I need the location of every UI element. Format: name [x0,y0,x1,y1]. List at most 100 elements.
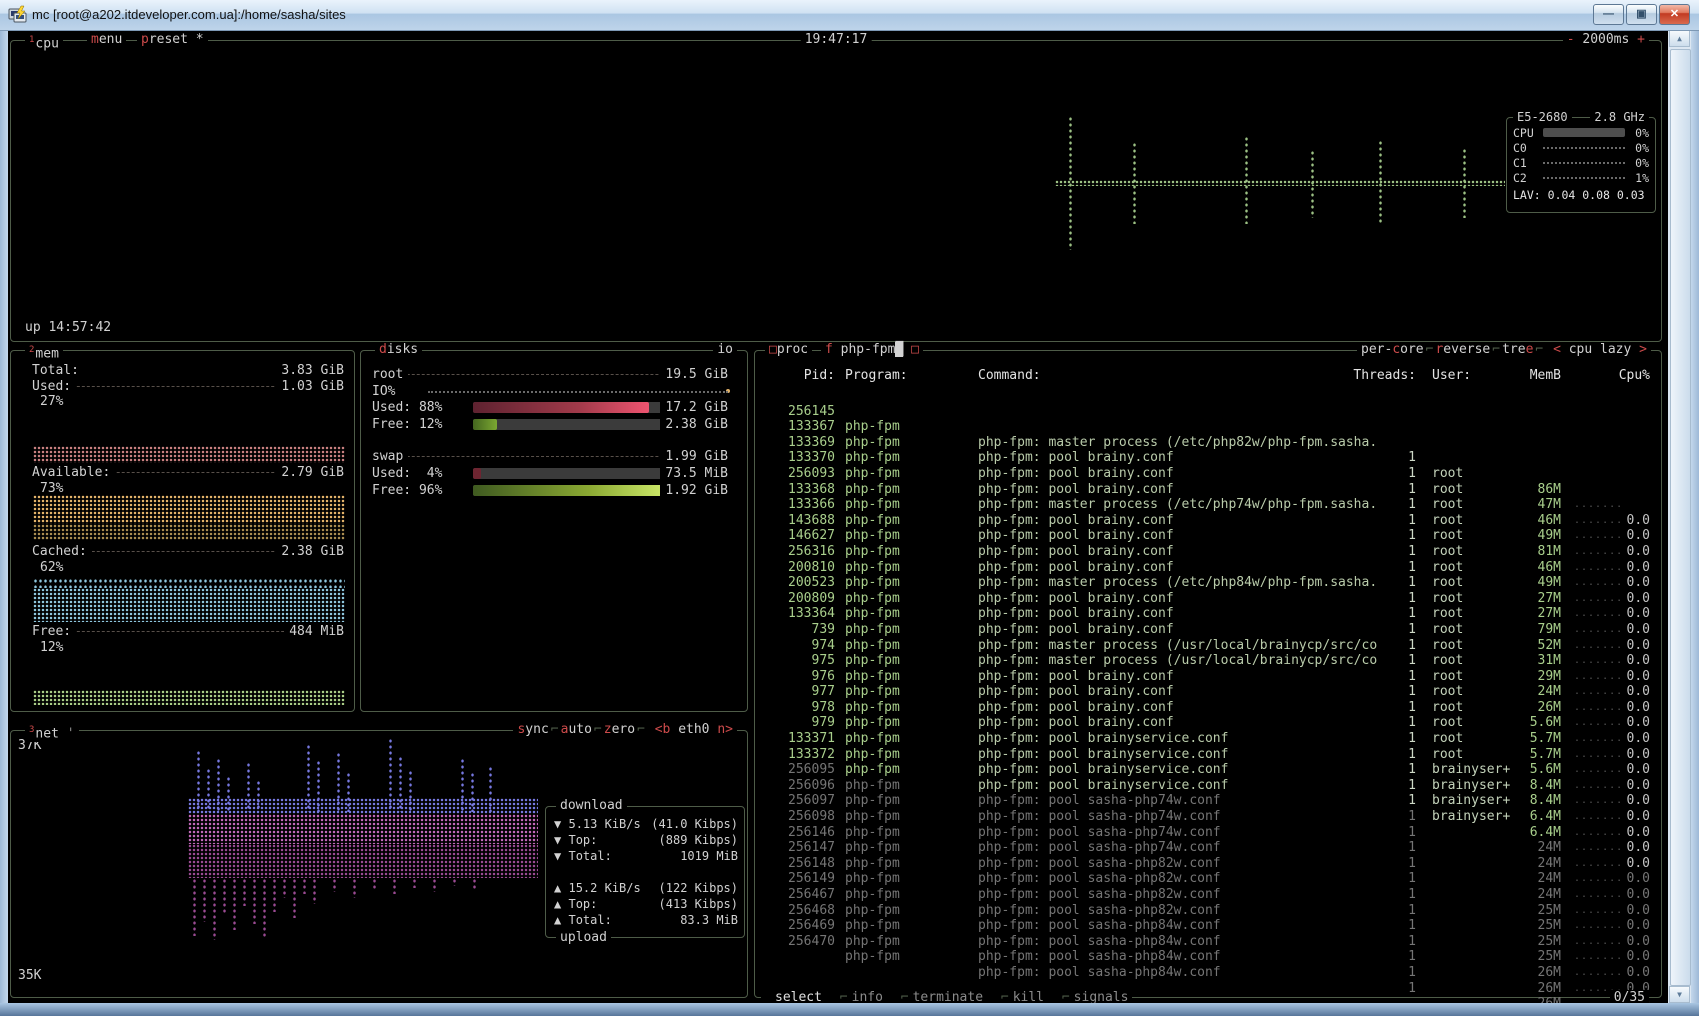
scroll-up-icon[interactable]: ▲ [1669,30,1690,47]
core-label: C1 [1513,156,1527,170]
table-row[interactable]: 256469 php-fpm php-fpm: pool sasha-php84… [762,903,1654,919]
table-row[interactable]: 256098 php-fpm php-fpm: pool sasha-php74… [762,793,1654,809]
table-row[interactable]: 256145 php-fpm php-fpm: master process (… [762,388,1654,404]
close-button[interactable]: ✕ [1659,4,1690,25]
net-info-panel: download upload ▼ 5.13 KiB/s (41.0 Kibps… [545,806,745,938]
net-auto-toggle[interactable]: auto [561,722,592,737]
screenshot-root: mc [root@a202.itdeveloper.com.ua]:/home/… [0,0,1699,1016]
proc-options: per-core⌐reverse⌐tree⌐ < cpu lazy > [1357,342,1651,358]
graph-dots [188,844,538,878]
cpu-box-label[interactable]: 1cpu [25,32,63,52]
load-average-row: LAV: 0.04 0.08 0.03 [1513,188,1645,202]
table-row[interactable]: 256468 php-fpm php-fpm: pool sasha-php84… [762,887,1654,903]
proc-command: php-fpm: pool sasha-php84w.conf [978,934,1221,950]
table-row[interactable]: 133368 php-fpm php-fpm: pool brainy.conf… [762,466,1654,482]
table-row[interactable]: 256096 php-fpm php-fpm: pool sasha-php74… [762,762,1654,778]
mem-available-pct: 73% [40,481,63,496]
table-row[interactable]: 200810 php-fpm php-fpm: pool brainy.conf… [762,544,1654,560]
table-row[interactable]: 256146 php-fpm php-fpm: pool sasha-php82… [762,809,1654,825]
core-value: 0% [1635,156,1649,170]
mem-available-row: Available:2.79 GiB [32,465,344,480]
proc-memb: 25M [1451,949,1561,965]
col-threads[interactable]: Threads: [1266,368,1416,383]
up-arrow-icon: ▲ [554,913,561,927]
net-sync-toggle[interactable]: sync [517,722,548,737]
proc-command: php-fpm: pool sasha-php84w.conf [978,949,1221,965]
net-zero-toggle[interactable]: zero [604,722,635,737]
table-row[interactable]: 256148 php-fpm php-fpm: pool sasha-php82… [762,840,1654,856]
menu-button[interactable]: menu [87,32,126,48]
table-row[interactable]: 256467 php-fpm php-fpm: pool sasha-php84… [762,871,1654,887]
preset-button[interactable]: preset * [137,32,208,48]
table-row[interactable]: 256316 php-fpm php-fpm: master process (… [762,528,1654,544]
interval-plus-button[interactable]: + [1637,32,1645,47]
table-row[interactable]: 974 php-fpm php-fpm: pool brainy.conf 1 … [762,622,1654,638]
net-box-label[interactable]: 3net ' [25,722,79,742]
table-row[interactable]: 133369 php-fpm php-fpm: pool brainy.conf… [762,419,1654,435]
table-row[interactable]: 143688 php-fpm php-fpm: pool brainy.conf… [762,497,1654,513]
scrollbar[interactable]: ▲ ▼ [1668,30,1691,1003]
table-row[interactable]: 146627 php-fpm php-fpm: pool brainy.conf… [762,513,1654,529]
col-cpu[interactable]: Cpu% [1570,368,1650,383]
graph-dots [472,878,477,890]
proc-table: 256145 php-fpm php-fpm: master process (… [762,388,1654,934]
disks-box-label[interactable]: disks [375,342,422,358]
down-arrow-icon: ▼ [554,849,561,863]
table-row[interactable]: 256147 php-fpm php-fpm: pool sasha-php82… [762,825,1654,841]
window-frame-bottom [0,1003,1699,1016]
col-command[interactable]: Command: [978,368,1041,383]
sort-next-button[interactable]: > [1639,342,1647,357]
table-row[interactable]: 975 php-fpm php-fpm: pool brainy.conf 1 … [762,638,1654,654]
minimize-button[interactable]: — [1593,4,1624,25]
proc-box-label[interactable]: □proc [765,342,812,358]
table-row[interactable]: 133367 php-fpm php-fpm: pool brainy.conf… [762,404,1654,420]
mem-free-graph-top [33,578,345,588]
table-row[interactable]: 133372 php-fpm php-fpm: pool brainyservi… [762,731,1654,747]
graph-dots [302,878,307,894]
per-core-toggle[interactable]: per-core [1361,342,1424,357]
core-meter [1543,162,1625,173]
table-row[interactable]: 256097 php-fpm php-fpm: pool sasha-php74… [762,778,1654,794]
table-row[interactable]: 200523 php-fpm php-fpm: pool brainy.conf… [762,560,1654,576]
scroll-down-icon[interactable]: ▼ [1669,986,1690,1003]
table-row[interactable]: 133371 php-fpm php-fpm: pool brainyservi… [762,715,1654,731]
maximize-button[interactable]: ▣ [1626,4,1657,25]
table-row[interactable]: 256149 php-fpm php-fpm: pool sasha-php82… [762,856,1654,872]
table-row[interactable]: 133366 php-fpm php-fpm: pool brainy.conf… [762,482,1654,498]
table-row[interactable]: 978 php-fpm php-fpm: pool brainyservice.… [762,684,1654,700]
net-prev-iface-button[interactable]: <b [655,722,671,737]
cpu-model-label: E5-2680 [1513,109,1572,125]
proc-filter-input[interactable]: f php-fpm█ □ [821,342,923,358]
table-row[interactable]: 256093 php-fpm php-fpm: master process (… [762,450,1654,466]
mem-box-label[interactable]: 2mem [25,342,63,362]
table-row[interactable]: 977 php-fpm php-fpm: pool brainy.conf 1 … [762,669,1654,685]
net-next-iface-button[interactable]: n> [717,722,733,737]
col-pid[interactable]: Pid: [762,368,835,383]
disks-io-toggle[interactable]: io [713,342,737,358]
table-row[interactable]: 133364 php-fpm php-fpm: master process (… [762,591,1654,607]
window-frame-right [1691,30,1699,1003]
graph-dots [1132,142,1137,224]
proc-memb: 26M [1451,965,1561,981]
table-row[interactable]: 739 php-fpm php-fpm: master process (/us… [762,606,1654,622]
table-row[interactable]: 200809 php-fpm php-fpm: pool brainy.conf… [762,575,1654,591]
interval-minus-button[interactable]: - [1567,32,1575,47]
table-row[interactable]: 256470 php-fpm php-fpm: pool sasha-php84… [762,918,1654,934]
tree-toggle[interactable]: tree [1502,342,1533,357]
mem-used-row: Used:1.03 GiB [32,379,344,394]
graph-dots [392,878,397,894]
graph-dots [232,878,237,930]
reverse-toggle[interactable]: reverse [1435,342,1490,357]
proc-threads: 1 [1296,934,1416,950]
col-memb[interactable]: MemB [1451,368,1561,383]
col-program[interactable]: Program: [845,368,908,383]
table-row[interactable]: 133370 php-fpm php-fpm: pool brainy.conf… [762,435,1654,451]
scrollbar-thumb[interactable] [1670,49,1691,986]
table-row[interactable]: 976 php-fpm php-fpm: pool brainy.conf 1 … [762,653,1654,669]
table-row[interactable]: 256095 php-fpm php-fpm: pool sasha-php74… [762,747,1654,763]
sort-prev-button[interactable]: < [1553,342,1561,357]
graph-dots [312,878,317,904]
table-row[interactable]: 979 php-fpm php-fpm: pool brainyservice.… [762,700,1654,716]
graph-dots [272,878,277,912]
window-titlebar[interactable]: mc [root@a202.itdeveloper.com.ua]:/home/… [0,0,1699,31]
